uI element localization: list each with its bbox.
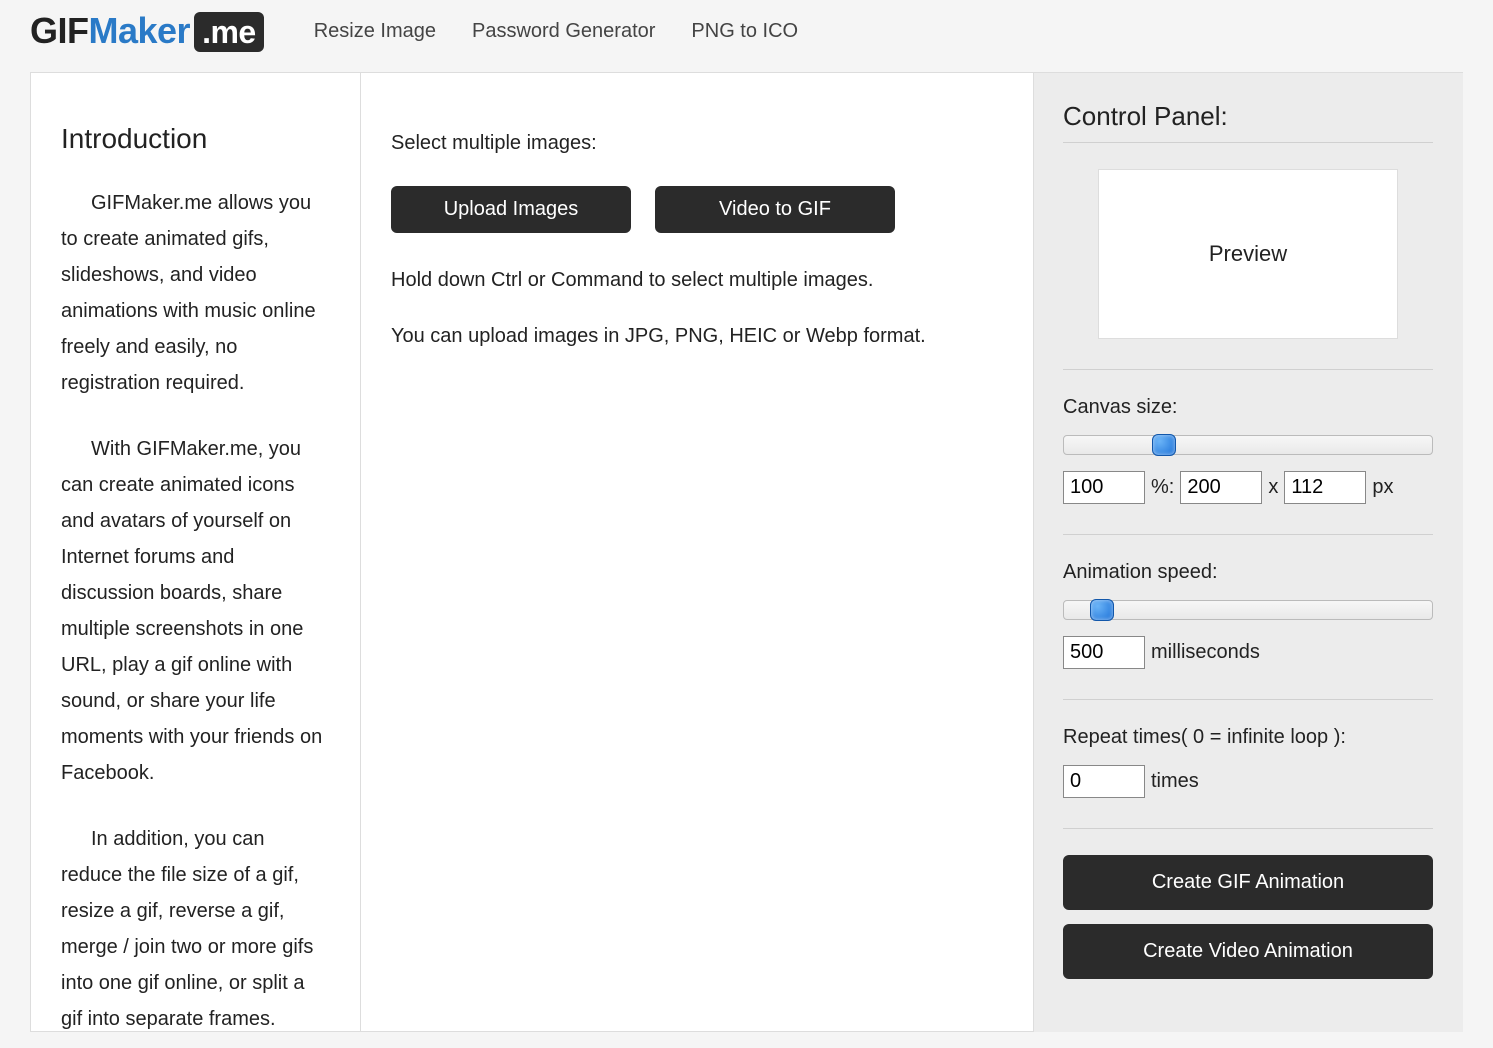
sidebar: Introduction GIFMaker.me allows you to c… (30, 72, 360, 1032)
canvas-percent-unit: %: (1151, 476, 1174, 499)
canvas-height-input[interactable] (1284, 471, 1366, 504)
logo[interactable]: GIFMaker.me (30, 10, 264, 52)
control-panel: Control Panel: Preview Canvas size: %: x… (1033, 72, 1463, 1032)
repeat-input[interactable] (1063, 765, 1145, 798)
preview-box: Preview (1098, 169, 1398, 339)
canvas-size-fields: %: x px (1063, 471, 1433, 504)
canvas-size-slider[interactable] (1063, 435, 1433, 455)
create-gif-button[interactable]: Create GIF Animation (1063, 855, 1433, 910)
header: GIFMaker.me Resize Image Password Genera… (0, 0, 1493, 72)
animation-speed-slider-thumb[interactable] (1090, 599, 1114, 621)
preview-label: Preview (1209, 241, 1287, 267)
upload-images-button[interactable]: Upload Images (391, 186, 631, 233)
animation-speed-input[interactable] (1063, 636, 1145, 669)
sidebar-heading: Introduction (61, 123, 330, 155)
canvas-size-label: Canvas size: (1063, 396, 1433, 419)
logo-part-dotme: .me (194, 12, 264, 52)
canvas-size-section: Canvas size: %: x px (1063, 369, 1433, 534)
animation-speed-label: Animation speed: (1063, 561, 1433, 584)
help-text-1: Hold down Ctrl or Command to select mult… (391, 265, 1003, 295)
top-nav: Resize Image Password Generator PNG to I… (314, 20, 798, 43)
canvas-x-label: x (1268, 476, 1278, 499)
control-panel-heading: Control Panel: (1063, 101, 1433, 132)
help-text-2: You can upload images in JPG, PNG, HEIC … (391, 321, 1003, 351)
repeat-unit: times (1151, 770, 1199, 793)
repeat-section: Repeat times( 0 = infinite loop ): times (1063, 699, 1433, 828)
logo-part-gif: GIF (30, 10, 89, 51)
intro-paragraph-3: In addition, you can reduce the file siz… (61, 821, 330, 1037)
repeat-label: Repeat times( 0 = infinite loop ): (1063, 726, 1433, 749)
intro-paragraph-2: With GIFMaker.me, you can create animate… (61, 431, 330, 791)
preview-section: Preview (1063, 142, 1433, 369)
intro-paragraph-1: GIFMaker.me allows you to create animate… (61, 185, 330, 401)
page-body: Introduction GIFMaker.me allows you to c… (30, 72, 1463, 1032)
animation-speed-unit: milliseconds (1151, 641, 1260, 664)
main-area: Select multiple images: Upload Images Vi… (360, 72, 1033, 1032)
logo-part-maker: Maker (89, 10, 191, 51)
animation-speed-slider[interactable] (1063, 600, 1433, 620)
upload-button-row: Upload Images Video to GIF (391, 186, 1003, 233)
animation-speed-fields: milliseconds (1063, 636, 1433, 669)
canvas-percent-input[interactable] (1063, 471, 1145, 504)
video-to-gif-button[interactable]: Video to GIF (655, 186, 895, 233)
repeat-fields: times (1063, 765, 1433, 798)
create-buttons-section: Create GIF Animation Create Video Animat… (1063, 828, 1433, 1009)
nav-resize-image[interactable]: Resize Image (314, 20, 436, 43)
nav-png-to-ico[interactable]: PNG to ICO (691, 20, 798, 43)
select-images-label: Select multiple images: (391, 128, 1003, 158)
create-video-button[interactable]: Create Video Animation (1063, 924, 1433, 979)
animation-speed-section: Animation speed: milliseconds (1063, 534, 1433, 699)
nav-password-generator[interactable]: Password Generator (472, 20, 655, 43)
canvas-width-input[interactable] (1180, 471, 1262, 504)
canvas-px-label: px (1372, 476, 1393, 499)
canvas-size-slider-thumb[interactable] (1152, 434, 1176, 456)
